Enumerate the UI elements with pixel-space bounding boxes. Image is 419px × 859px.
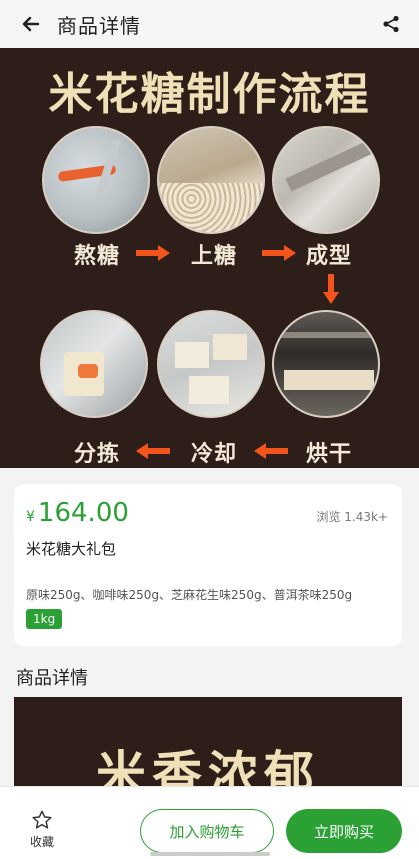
step-photo-coating xyxy=(157,126,265,234)
share-button[interactable] xyxy=(377,10,405,38)
step-photo-cooling xyxy=(157,310,265,418)
product-spec: 原味250g、咖啡味250g、芝麻花生味250g、普洱茶味250g xyxy=(26,588,353,602)
arrow-left-icon xyxy=(22,16,40,32)
page-title: 商品详情 xyxy=(57,13,141,38)
weight-tag[interactable]: 1kg xyxy=(26,609,63,629)
step-photo-shaping xyxy=(272,126,380,234)
share-icon xyxy=(383,15,399,33)
arrow-left-icon xyxy=(136,443,170,459)
back-button[interactable] xyxy=(9,2,53,46)
step-photo-boiling xyxy=(42,126,150,234)
bottom-action-bar: 收藏 加入购物车 立即购买 xyxy=(0,786,419,859)
step-photo-baking xyxy=(272,310,380,418)
product-name: 米花糖大礼包 xyxy=(26,540,117,558)
add-to-cart-button[interactable]: 加入购物车 xyxy=(140,809,274,853)
buy-now-button[interactable]: 立即购买 xyxy=(286,809,402,853)
arrow-left-icon xyxy=(254,443,288,459)
arrow-down-icon xyxy=(323,274,339,304)
product-info-card: ¥ 164.00 浏览 1.43k+ 米花糖大礼包 原味250g、咖啡味250g… xyxy=(14,484,402,646)
home-indicator xyxy=(150,852,270,856)
view-count: 浏览 1.43k+ xyxy=(316,510,388,524)
hero-title: 米花糖制作流程 xyxy=(48,69,371,120)
details-heading: 商品详情 xyxy=(16,668,88,689)
step-label-6: 分拣 xyxy=(74,441,121,467)
star-icon xyxy=(32,810,52,829)
step-label-1: 熬糖 xyxy=(74,243,121,269)
product-price: ¥ 164.00 xyxy=(26,498,129,528)
currency-symbol: ¥ xyxy=(26,509,35,525)
details-image: 米香浓郁 xyxy=(14,697,402,797)
price-value: 164.00 xyxy=(37,498,129,528)
top-bar: 商品详情 xyxy=(0,0,419,48)
favorite-button[interactable]: 收藏 xyxy=(22,809,62,850)
step-label-2: 上糖 xyxy=(191,243,238,269)
favorite-label: 收藏 xyxy=(29,835,54,849)
step-label-5: 冷却 xyxy=(191,441,238,467)
arrow-right-icon xyxy=(136,245,170,261)
arrow-right-icon xyxy=(262,245,296,261)
step-label-4: 烘干 xyxy=(306,441,353,467)
hero-banner: 米花糖制作流程 熬糖 上糖 成型 分拣 冷却 烘干 xyxy=(0,48,419,468)
step-photo-sorting xyxy=(40,310,148,418)
step-label-3: 成型 xyxy=(306,243,353,269)
